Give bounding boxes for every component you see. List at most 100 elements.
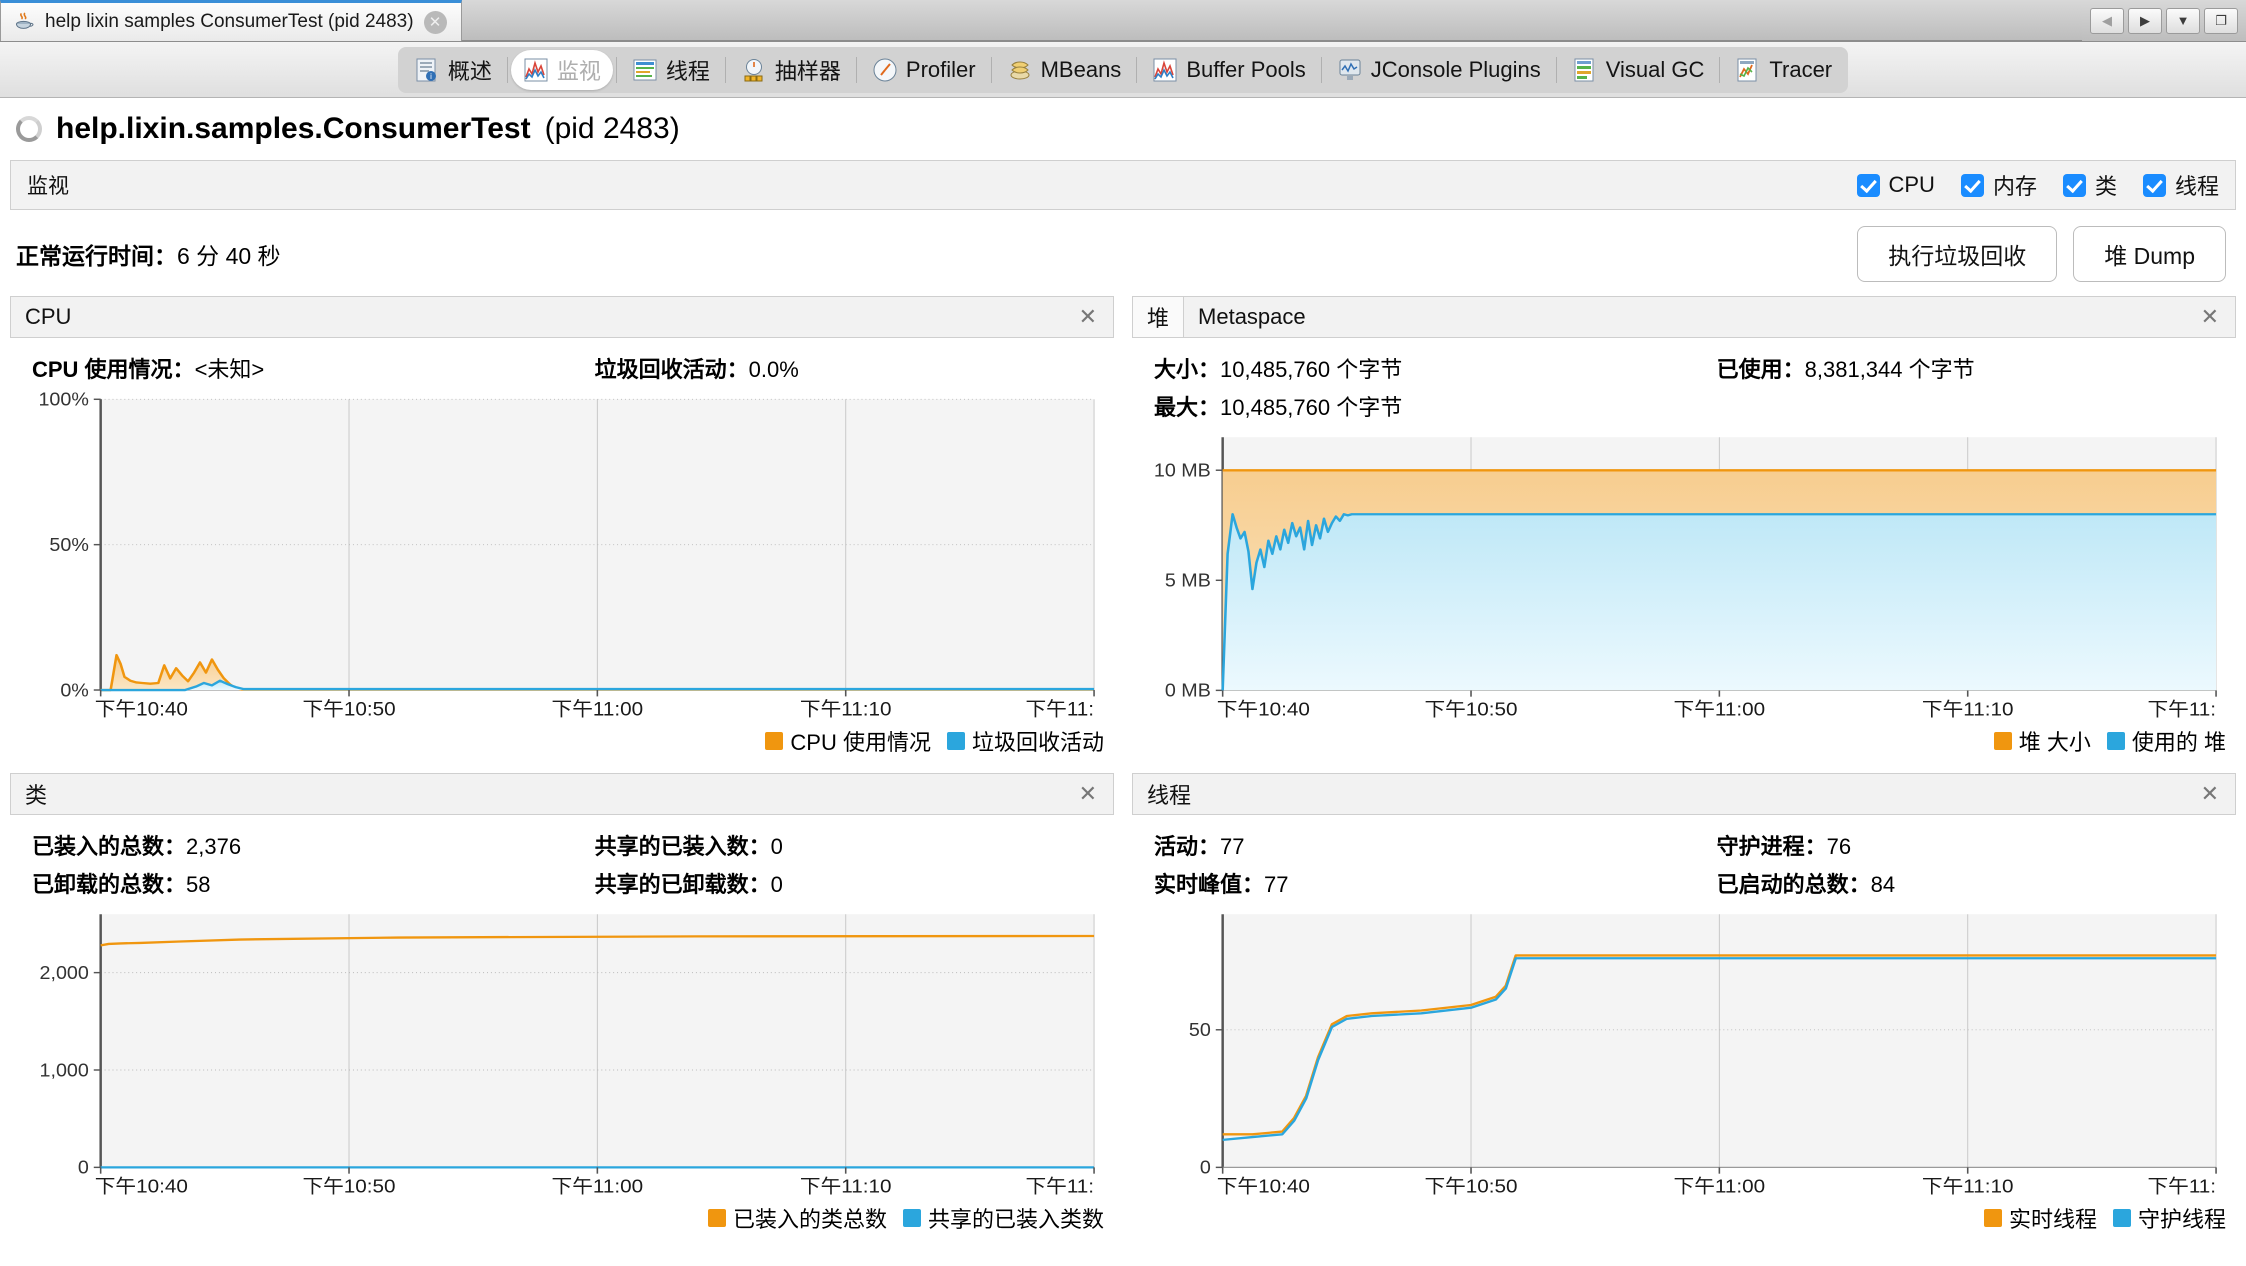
legend-label: 共享的已装入类数 bbox=[927, 1207, 1104, 1232]
svg-text:100%: 100% bbox=[38, 392, 89, 410]
tab-Profiler[interactable]: Profiler bbox=[860, 50, 988, 90]
visual-gc-icon bbox=[1572, 57, 1598, 83]
heap-dump-button[interactable]: 堆 Dump bbox=[2073, 226, 2226, 282]
stat-value: 77 bbox=[1264, 872, 1289, 897]
tab-线程[interactable]: 线程 bbox=[620, 50, 722, 90]
tab-metaspace[interactable]: Metaspace bbox=[1184, 297, 1320, 337]
checkbox-内存[interactable]: 内存 bbox=[1960, 169, 2037, 201]
legend-swatch bbox=[2106, 732, 2125, 750]
view-toolbar-tabs: i 概述 监视 线程 抽样器 Profiler MBeans Buffer Pools JCon… bbox=[397, 46, 1849, 93]
legend-swatch bbox=[1983, 1209, 2002, 1227]
tab-MBeans[interactable]: MBeans bbox=[995, 50, 1134, 90]
classes-panel-title: 类 bbox=[25, 783, 48, 808]
tab-抽样器[interactable]: 抽样器 bbox=[729, 50, 853, 90]
app-name: help.lixin.samples.ConsumerTest bbox=[56, 112, 531, 145]
tab-label: Tracer bbox=[1769, 56, 1833, 82]
svg-text:0: 0 bbox=[1200, 1158, 1211, 1178]
stat-value: 10,485,760 个字节 bbox=[1220, 395, 1403, 420]
tab-label: 线程 bbox=[665, 58, 710, 84]
cpu-chart: 0% 50% 100% 下午10:40 下午10:50 下午11:00 下午11:10 下午1… bbox=[10, 392, 1114, 721]
close-icon[interactable]: ✕ bbox=[1063, 297, 1113, 337]
maximize-button[interactable]: ❐ bbox=[2204, 7, 2238, 34]
monitor-toolbar: 监视 CPU 内存 类 线程 bbox=[10, 160, 2236, 210]
heap-stats: 大小：10,485,760 个字节 已使用：8,381,344 个字节 最大：10,… bbox=[1132, 338, 2236, 430]
tab-Visual GC[interactable]: Visual GC bbox=[1560, 50, 1717, 90]
chevron-down-icon[interactable]: ▼ bbox=[2166, 7, 2200, 34]
sampler-icon bbox=[741, 57, 767, 83]
svg-text:下午10:40: 下午10:40 bbox=[95, 698, 188, 720]
toolbar-separator bbox=[990, 56, 992, 83]
legend-swatch bbox=[1993, 732, 2012, 750]
toolbar-separator bbox=[1136, 56, 1138, 83]
close-icon[interactable]: ✕ bbox=[2185, 774, 2235, 814]
stat-label: 已装入的总数： bbox=[32, 834, 187, 859]
svg-text:下午11:00: 下午11:00 bbox=[552, 698, 644, 720]
svg-text:下午11:: 下午11: bbox=[2147, 1176, 2216, 1197]
tab-监视[interactable]: 监视 bbox=[510, 49, 613, 90]
tab-label: 抽样器 bbox=[774, 58, 841, 84]
stat-item: 活动：77 bbox=[1154, 829, 1717, 861]
stat-value: 0 bbox=[770, 834, 783, 859]
checkbox-label: 线程 bbox=[2174, 174, 2219, 199]
stat-item: 已卸载的总数：58 bbox=[32, 867, 595, 899]
svg-text:1,000: 1,000 bbox=[40, 1061, 89, 1081]
stat-item: 最大：10,485,760 个字节 bbox=[1154, 390, 1717, 422]
stat-item: 共享的已卸载数：0 bbox=[595, 867, 1114, 899]
close-icon[interactable]: ✕ bbox=[423, 10, 447, 34]
svg-text:下午11:: 下午11: bbox=[1025, 698, 1094, 720]
monitor-panel-grid: CPU ✕ CPU 使用情况：<未知> 垃圾回收活动：0.0% 0% 50% 100%… bbox=[0, 296, 2246, 1240]
checkbox-CPU[interactable]: CPU bbox=[1856, 172, 1935, 198]
close-icon[interactable]: ✕ bbox=[1063, 774, 1113, 814]
toolbar-separator bbox=[855, 56, 857, 83]
nav-back-button[interactable]: ◀ bbox=[2090, 7, 2124, 34]
close-icon[interactable]: ✕ bbox=[2185, 297, 2235, 337]
stat-value: 8,381,344 个字节 bbox=[1804, 357, 1975, 382]
stat-label: 守护进程： bbox=[1716, 834, 1827, 859]
tab-Buffer Pools[interactable]: Buffer Pools bbox=[1140, 50, 1317, 90]
checkbox-label: CPU bbox=[1888, 172, 1935, 197]
checkbox-类[interactable]: 类 bbox=[2062, 169, 2117, 201]
window-tab-consumertest[interactable]: help lixin samples ConsumerTest (pid 248… bbox=[0, 0, 462, 41]
tab-JConsole Plugins[interactable]: JConsole Plugins bbox=[1325, 50, 1553, 90]
stat-value: 0.0% bbox=[748, 357, 799, 382]
threads-panel: 线程 ✕ 活动：77 守护进程：76 实时峰值：77 已启动的总数：84 0 50 下午1… bbox=[1132, 773, 2236, 1240]
perform-gc-button[interactable]: 执行垃圾回收 bbox=[1857, 226, 2058, 282]
buffer-pools-icon bbox=[1152, 57, 1178, 83]
stat-value: <未知> bbox=[194, 357, 265, 382]
overview-icon: i bbox=[414, 57, 440, 83]
legend-item: 守护线程 bbox=[2112, 1202, 2226, 1234]
window-controls: ◀ ▶ ▼ ❐ bbox=[2082, 0, 2246, 41]
legend-item: 堆 大小 bbox=[1993, 725, 2091, 757]
legend-label: 堆 大小 bbox=[2018, 730, 2091, 755]
stat-value: 2,376 bbox=[186, 834, 242, 859]
tab-Tracer[interactable]: Tracer bbox=[1723, 50, 1844, 90]
classes-chart-legend: 已装入的类总数 共享的已装入类数 bbox=[10, 1198, 1114, 1240]
stat-value: 10,485,760 个字节 bbox=[1220, 357, 1403, 382]
legend-swatch bbox=[946, 732, 965, 750]
legend-item: 已装入的类总数 bbox=[707, 1202, 887, 1234]
legend-item: 使用的 堆 bbox=[2106, 725, 2226, 757]
legend-swatch bbox=[902, 1209, 921, 1227]
nav-forward-button[interactable]: ▶ bbox=[2128, 7, 2162, 34]
uptime-display: 正常运行时间：6 分 40 秒 bbox=[16, 237, 281, 271]
legend-swatch bbox=[2112, 1209, 2131, 1227]
threads-panel-body: 活动：77 守护进程：76 实时峰值：77 已启动的总数：84 0 50 下午10:40 下… bbox=[1132, 815, 2236, 1240]
loading-ring-icon bbox=[16, 116, 42, 142]
tab-label: Buffer Pools bbox=[1186, 56, 1306, 82]
checkbox-线程[interactable]: 线程 bbox=[2142, 169, 2219, 201]
classes-stats: 已装入的总数：2,376 共享的已装入数：0 已卸载的总数：58 共享的已卸载数：0 bbox=[10, 815, 1114, 907]
svg-text:2,000: 2,000 bbox=[40, 964, 89, 984]
tab-heap[interactable]: 堆 bbox=[1133, 297, 1185, 337]
stat-label: 实时峰值： bbox=[1154, 872, 1265, 897]
legend-label: 守护线程 bbox=[2137, 1207, 2226, 1232]
stat-value: 58 bbox=[186, 872, 211, 897]
stat-label: 已卸载的总数： bbox=[32, 872, 187, 897]
heap-panel-header: 堆 Metaspace ✕ bbox=[1132, 296, 2236, 338]
legend-label: 垃圾回收活动 bbox=[971, 730, 1104, 755]
threads-chart: 0 50 下午10:40 下午10:50 下午11:00 下午11:10 下午11: bbox=[1132, 907, 2236, 1198]
tab-概述[interactable]: i 概述 bbox=[402, 50, 504, 90]
toolbar-separator bbox=[1320, 56, 1322, 83]
stat-label: 共享的已卸载数： bbox=[594, 872, 771, 897]
threads-chart-legend: 实时线程 守护线程 bbox=[1132, 1198, 2236, 1240]
monitor-icon bbox=[523, 57, 549, 83]
